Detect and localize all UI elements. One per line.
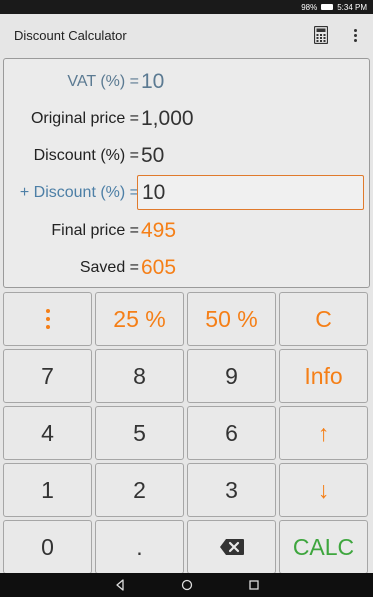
- plus-discount-row: + Discount (%) = 10: [4, 175, 371, 210]
- discount-label: Discount (%) =: [33, 147, 139, 164]
- status-time: 5:34 PM: [337, 2, 367, 12]
- values-panel: VAT (%) = 10 Original price = 1,000 Disc…: [3, 58, 370, 288]
- recents-icon[interactable]: [248, 579, 260, 591]
- final-price-row: Final price = 495: [4, 214, 371, 248]
- keypad: 25 % 50 % C 7 8 9 Info 4 5 6 ↑ 1 2 3 ↓ 0…: [3, 292, 370, 574]
- key-6[interactable]: 6: [187, 406, 276, 460]
- saved-value: 605: [141, 256, 177, 279]
- vat-field[interactable]: 10: [141, 70, 164, 94]
- status-bar: 98% 5:34 PM: [0, 0, 373, 14]
- up-arrow-button[interactable]: ↑: [279, 406, 368, 460]
- key-3[interactable]: 3: [187, 463, 276, 517]
- key-7[interactable]: 7: [3, 349, 92, 403]
- calculator-icon[interactable]: [311, 24, 331, 46]
- info-button[interactable]: Info: [279, 349, 368, 403]
- home-icon[interactable]: [181, 579, 193, 591]
- vat-label: VAT (%) =: [67, 73, 139, 90]
- app-bar: Discount Calculator: [0, 14, 373, 56]
- backspace-icon: [219, 539, 244, 555]
- decimal-point-button[interactable]: .: [95, 520, 184, 574]
- key-1[interactable]: 1: [3, 463, 92, 517]
- original-price-row: Original price = 1,000: [4, 102, 371, 136]
- key-5[interactable]: 5: [95, 406, 184, 460]
- vat-row: VAT (%) = 10: [4, 65, 371, 99]
- pct25-button[interactable]: 25 %: [95, 292, 184, 346]
- key-2[interactable]: 2: [95, 463, 184, 517]
- key-9[interactable]: 9: [187, 349, 276, 403]
- clear-button[interactable]: C: [279, 292, 368, 346]
- final-price-label: Final price =: [51, 222, 139, 239]
- calc-button[interactable]: CALC: [279, 520, 368, 574]
- battery-percent: 98%: [301, 2, 318, 12]
- discount-field[interactable]: 50: [141, 144, 164, 168]
- down-arrow-button[interactable]: ↓: [279, 463, 368, 517]
- saved-row: Saved = 605: [4, 251, 371, 285]
- key-4[interactable]: 4: [3, 406, 92, 460]
- original-price-field[interactable]: 1,000: [141, 107, 194, 131]
- saved-label: Saved =: [79, 259, 139, 276]
- navigation-bar: [0, 573, 373, 597]
- menu-key[interactable]: [3, 292, 92, 346]
- pct50-button[interactable]: 50 %: [187, 292, 276, 346]
- battery-icon: [321, 4, 334, 10]
- vertical-dots-icon: [45, 309, 50, 329]
- final-price-value: 495: [141, 219, 177, 242]
- plus-discount-field[interactable]: 10: [137, 175, 364, 210]
- app-title: Discount Calculator: [14, 27, 127, 43]
- original-price-label: Original price =: [30, 110, 139, 127]
- plus-discount-label: + Discount (%) =: [19, 184, 139, 201]
- backspace-button[interactable]: [187, 520, 276, 574]
- key-8[interactable]: 8: [95, 349, 184, 403]
- discount-row: Discount (%) = 50: [4, 139, 371, 173]
- key-0[interactable]: 0: [3, 520, 92, 574]
- back-icon[interactable]: [114, 579, 126, 591]
- more-vert-icon[interactable]: [345, 24, 365, 46]
